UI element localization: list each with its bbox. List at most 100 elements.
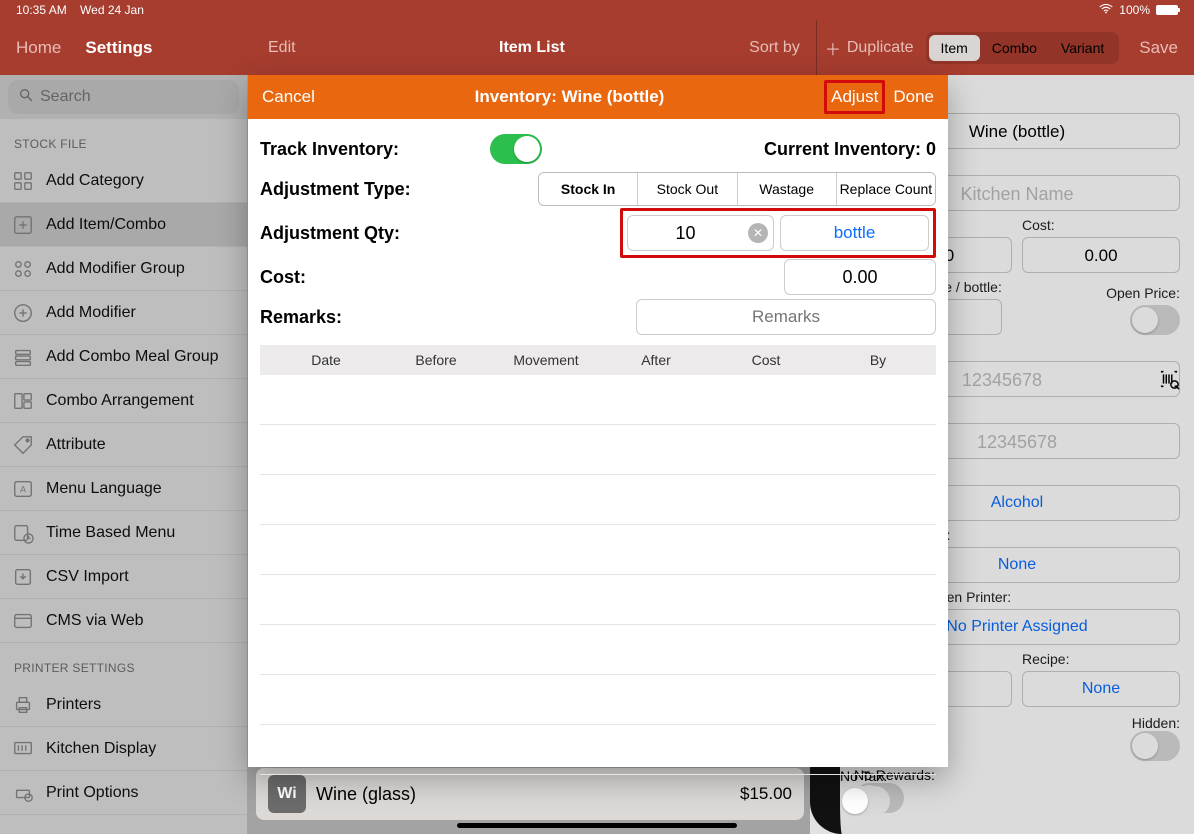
history-row <box>260 375 936 425</box>
sidebar-item-label: Add Modifier Group <box>46 260 185 278</box>
sidebar-csv-import[interactable]: CSV Import <box>0 555 247 599</box>
sidebar-item-label: Printers <box>46 696 101 714</box>
sidebar-menu-language[interactable]: A Menu Language <box>0 467 247 511</box>
adj-stock-in[interactable]: Stock In <box>539 173 637 205</box>
sidebar-item-label: Add Category <box>46 172 144 190</box>
language-icon: A <box>12 478 34 500</box>
svg-text:A: A <box>20 484 27 494</box>
track-inventory-label: Track Inventory: <box>260 139 482 160</box>
sidebar: Search STOCK FILE Add Category Add Item/… <box>0 75 248 834</box>
status-bar: 10:35 AM Wed 24 Jan 100% <box>0 0 1194 20</box>
status-time: 10:35 AM <box>16 3 67 17</box>
wifi-icon <box>1099 3 1113 17</box>
circles-icon <box>12 258 34 280</box>
printer-icon <box>12 694 34 716</box>
search-icon <box>18 87 34 108</box>
clock-menu-icon <box>12 522 34 544</box>
sidebar-add-modifier[interactable]: Add Modifier <box>0 291 247 335</box>
display-icon <box>12 738 34 760</box>
notax-toggle[interactable] <box>840 786 890 816</box>
tag-icon <box>12 434 34 456</box>
done-button[interactable]: Done <box>893 87 934 107</box>
adj-wastage[interactable]: Wastage <box>737 173 836 205</box>
search-placeholder: Search <box>40 88 91 106</box>
history-row <box>260 525 936 575</box>
track-inventory-toggle[interactable] <box>490 134 542 164</box>
history-row <box>260 575 936 625</box>
cost-label-modal: Cost: <box>260 267 784 288</box>
history-row <box>260 425 936 475</box>
sidebar-item-label: Add Combo Meal Group <box>46 348 219 366</box>
col-after: After <box>606 352 706 368</box>
clear-icon[interactable]: ✕ <box>748 223 768 243</box>
plus-icon: ＋ <box>825 36 841 60</box>
current-inventory: Current Inventory: 0 <box>764 139 936 160</box>
sidebar-add-combo-meal-group[interactable]: Add Combo Meal Group <box>0 335 247 379</box>
home-indicator <box>457 823 737 828</box>
remarks-label: Remarks: <box>260 307 636 328</box>
nav-home[interactable]: Home <box>16 38 61 58</box>
status-date: Wed 24 Jan <box>80 3 144 17</box>
battery-percent: 100% <box>1119 3 1150 17</box>
arrange-icon <box>12 390 34 412</box>
duplicate-label: Duplicate <box>847 39 914 57</box>
sidebar-combo-arrangement[interactable]: Combo Arrangement <box>0 379 247 423</box>
history-list <box>260 375 936 775</box>
sidebar-add-item-combo[interactable]: Add Item/Combo <box>0 203 247 247</box>
sidebar-cms-web[interactable]: CMS via Web <box>0 599 247 643</box>
col-date: Date <box>266 352 386 368</box>
battery-icon <box>1156 5 1178 15</box>
sidebar-item-label: Time Based Menu <box>46 524 175 542</box>
plus-square-icon <box>12 214 34 236</box>
duplicate-button[interactable]: ＋ Duplicate <box>825 36 914 60</box>
modal-header: Cancel Inventory: Wine (bottle) Adjust D… <box>248 75 948 119</box>
nav-settings[interactable]: Settings <box>85 38 152 58</box>
item-row-wine-glass[interactable]: Wi Wine (glass) $15.00 <box>256 768 804 820</box>
sidebar-attribute[interactable]: Attribute <box>0 423 247 467</box>
page-title-item-list: Item List <box>499 39 565 57</box>
sidebar-item-label: CMS via Web <box>46 612 144 630</box>
plus-circle-icon <box>12 302 34 324</box>
col-movement: Movement <box>486 352 606 368</box>
sidebar-time-based-menu[interactable]: Time Based Menu <box>0 511 247 555</box>
history-row <box>260 675 936 725</box>
adjustment-qty-unit[interactable]: bottle <box>780 215 929 251</box>
save-button[interactable]: Save <box>1131 38 1186 58</box>
sidebar-item-label: CSV Import <box>46 568 129 586</box>
sidebar-section-stockfile: STOCK FILE <box>0 119 247 159</box>
modal-title: Inventory: Wine (bottle) <box>315 87 824 107</box>
item-badge: Wi <box>268 775 306 813</box>
edit-button[interactable]: Edit <box>268 39 296 57</box>
sidebar-add-category[interactable]: Add Category <box>0 159 247 203</box>
top-bar: Home Settings Edit Item List Sort by ＋ D… <box>0 20 1194 75</box>
import-icon <box>12 566 34 588</box>
sidebar-print-options[interactable]: Print Options <box>0 771 247 815</box>
adjustment-type-label: Adjustment Type: <box>260 179 538 200</box>
adj-replace-count[interactable]: Replace Count <box>836 173 935 205</box>
sidebar-add-modifier-group[interactable]: Add Modifier Group <box>0 247 247 291</box>
sidebar-item-label: Print Options <box>46 784 138 802</box>
search-input[interactable]: Search <box>8 80 239 114</box>
sortby-button[interactable]: Sort by <box>749 39 800 57</box>
sidebar-item-label: Kitchen Display <box>46 740 156 758</box>
remarks-input[interactable] <box>636 299 936 335</box>
adj-stock-out[interactable]: Stock Out <box>637 173 736 205</box>
adjustment-type-segment: Stock In Stock Out Wastage Replace Count <box>538 172 936 206</box>
history-row <box>260 725 936 775</box>
col-before: Before <box>386 352 486 368</box>
seg-combo[interactable]: Combo <box>980 35 1049 61</box>
cancel-button[interactable]: Cancel <box>262 87 315 107</box>
stack-icon <box>12 346 34 368</box>
seg-item[interactable]: Item <box>929 35 980 61</box>
adjustment-qty-label: Adjustment Qty: <box>260 223 620 244</box>
sidebar-printers[interactable]: Printers <box>0 683 247 727</box>
web-icon <box>12 610 34 632</box>
col-by: By <box>826 352 930 368</box>
item-name: Wine (glass) <box>316 784 740 805</box>
sidebar-kitchen-display[interactable]: Kitchen Display <box>0 727 247 771</box>
sidebar-item-label: Add Modifier <box>46 304 136 322</box>
adjust-button[interactable]: Adjust <box>824 80 885 114</box>
seg-variant[interactable]: Variant <box>1049 35 1116 61</box>
sidebar-item-label: Menu Language <box>46 480 162 498</box>
cost-input[interactable] <box>784 259 936 295</box>
